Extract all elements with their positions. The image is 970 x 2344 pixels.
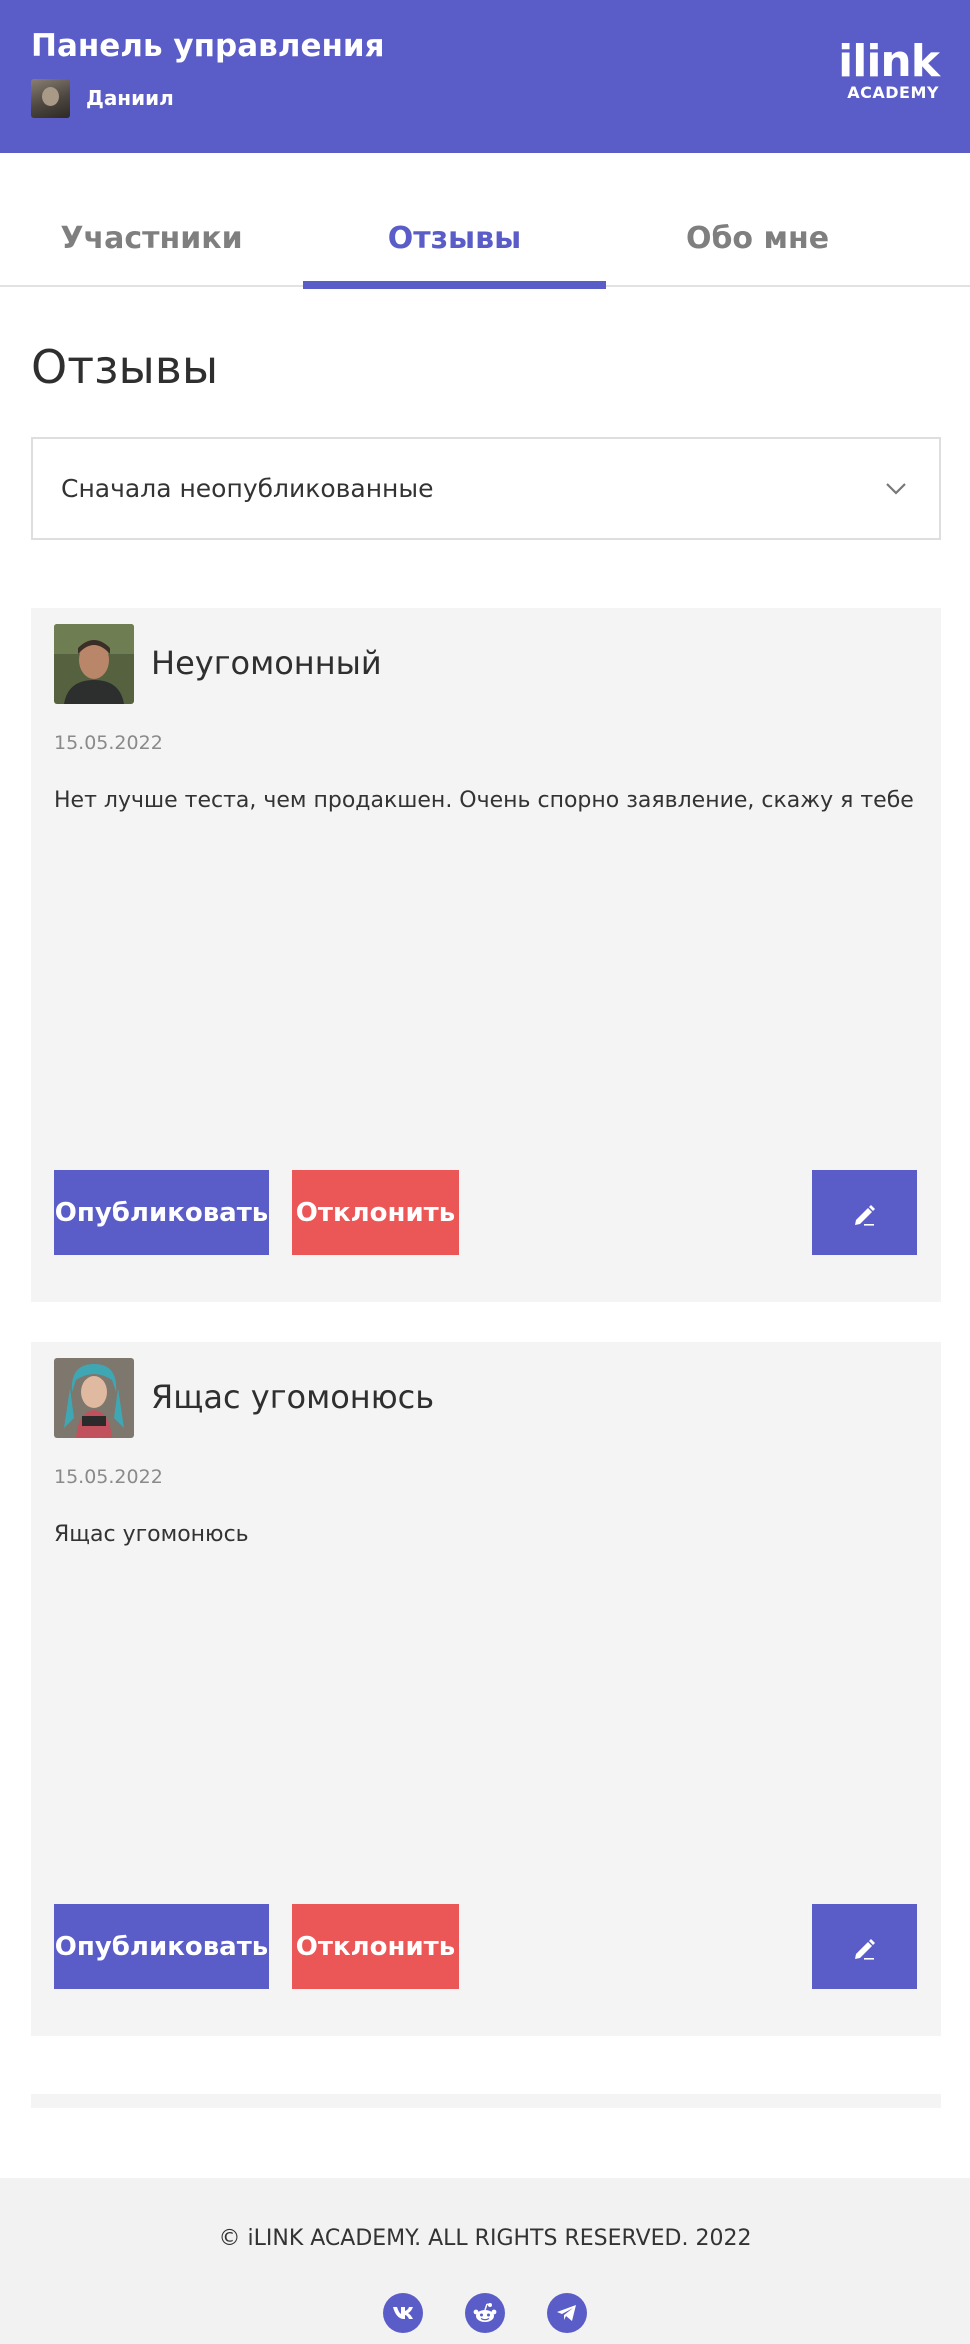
reject-button[interactable]: Отклонить (292, 1904, 459, 1989)
review-author-name: Ящас угомонюсь (151, 1378, 435, 1416)
review-date: 15.05.2022 (54, 732, 163, 754)
copyright-text: © iLINK ACADEMY. ALL RIGHTS RESERVED. 20… (218, 2226, 752, 2251)
header: Панель управления Даниил ilink ACADEMY (0, 0, 970, 153)
review-card: Ящас угомонюсь 15.05.2022 Ящас угомонюсь… (31, 1342, 941, 2036)
header-title: Панель управления (31, 28, 385, 64)
reject-button[interactable]: Отклонить (292, 1170, 459, 1255)
logo-main-text: ilink (838, 36, 940, 87)
vk-icon[interactable] (383, 2293, 423, 2333)
tab-reviews[interactable]: Отзывы (303, 153, 606, 289)
telegram-icon[interactable] (547, 2293, 587, 2333)
review-author-avatar (54, 624, 134, 704)
pencil-icon (854, 1938, 875, 1960)
review-author-name: Неугомонный (151, 644, 382, 682)
review-author-avatar (54, 1358, 134, 1438)
edit-button[interactable] (812, 1170, 917, 1255)
tab-participants[interactable]: Участники (0, 153, 303, 287)
tab-about-me[interactable]: Обо мне (606, 153, 909, 287)
ilink-academy-logo[interactable]: ilink ACADEMY (829, 36, 940, 110)
sort-select-value: Сначала неопубликованные (61, 474, 434, 503)
user-name: Даниил (86, 86, 174, 110)
review-card-partial (31, 2094, 941, 2108)
sort-select[interactable]: Сначала неопубликованные (31, 437, 941, 540)
publish-button[interactable]: Опубликовать (54, 1170, 269, 1255)
pencil-icon (854, 1204, 875, 1226)
review-text: Нет лучше теста, чем продакшен. Очень сп… (54, 788, 914, 813)
publish-button[interactable]: Опубликовать (54, 1904, 269, 1989)
review-text: Ящас угомонюсь (54, 1522, 249, 1547)
user-avatar (31, 78, 70, 118)
page-title: Отзывы (31, 340, 219, 394)
review-date: 15.05.2022 (54, 1466, 163, 1488)
edit-button[interactable] (812, 1904, 917, 1989)
tab-bar: Участники Отзывы Обо мне (0, 153, 970, 289)
review-card: Неугомонный 15.05.2022 Нет лучше теста, … (31, 608, 941, 1302)
user-info[interactable]: Даниил (31, 78, 174, 118)
chevron-down-icon (886, 483, 906, 495)
footer: © iLINK ACADEMY. ALL RIGHTS RESERVED. 20… (0, 2178, 970, 2344)
reddit-icon[interactable] (465, 2293, 505, 2333)
social-links (0, 2293, 970, 2333)
